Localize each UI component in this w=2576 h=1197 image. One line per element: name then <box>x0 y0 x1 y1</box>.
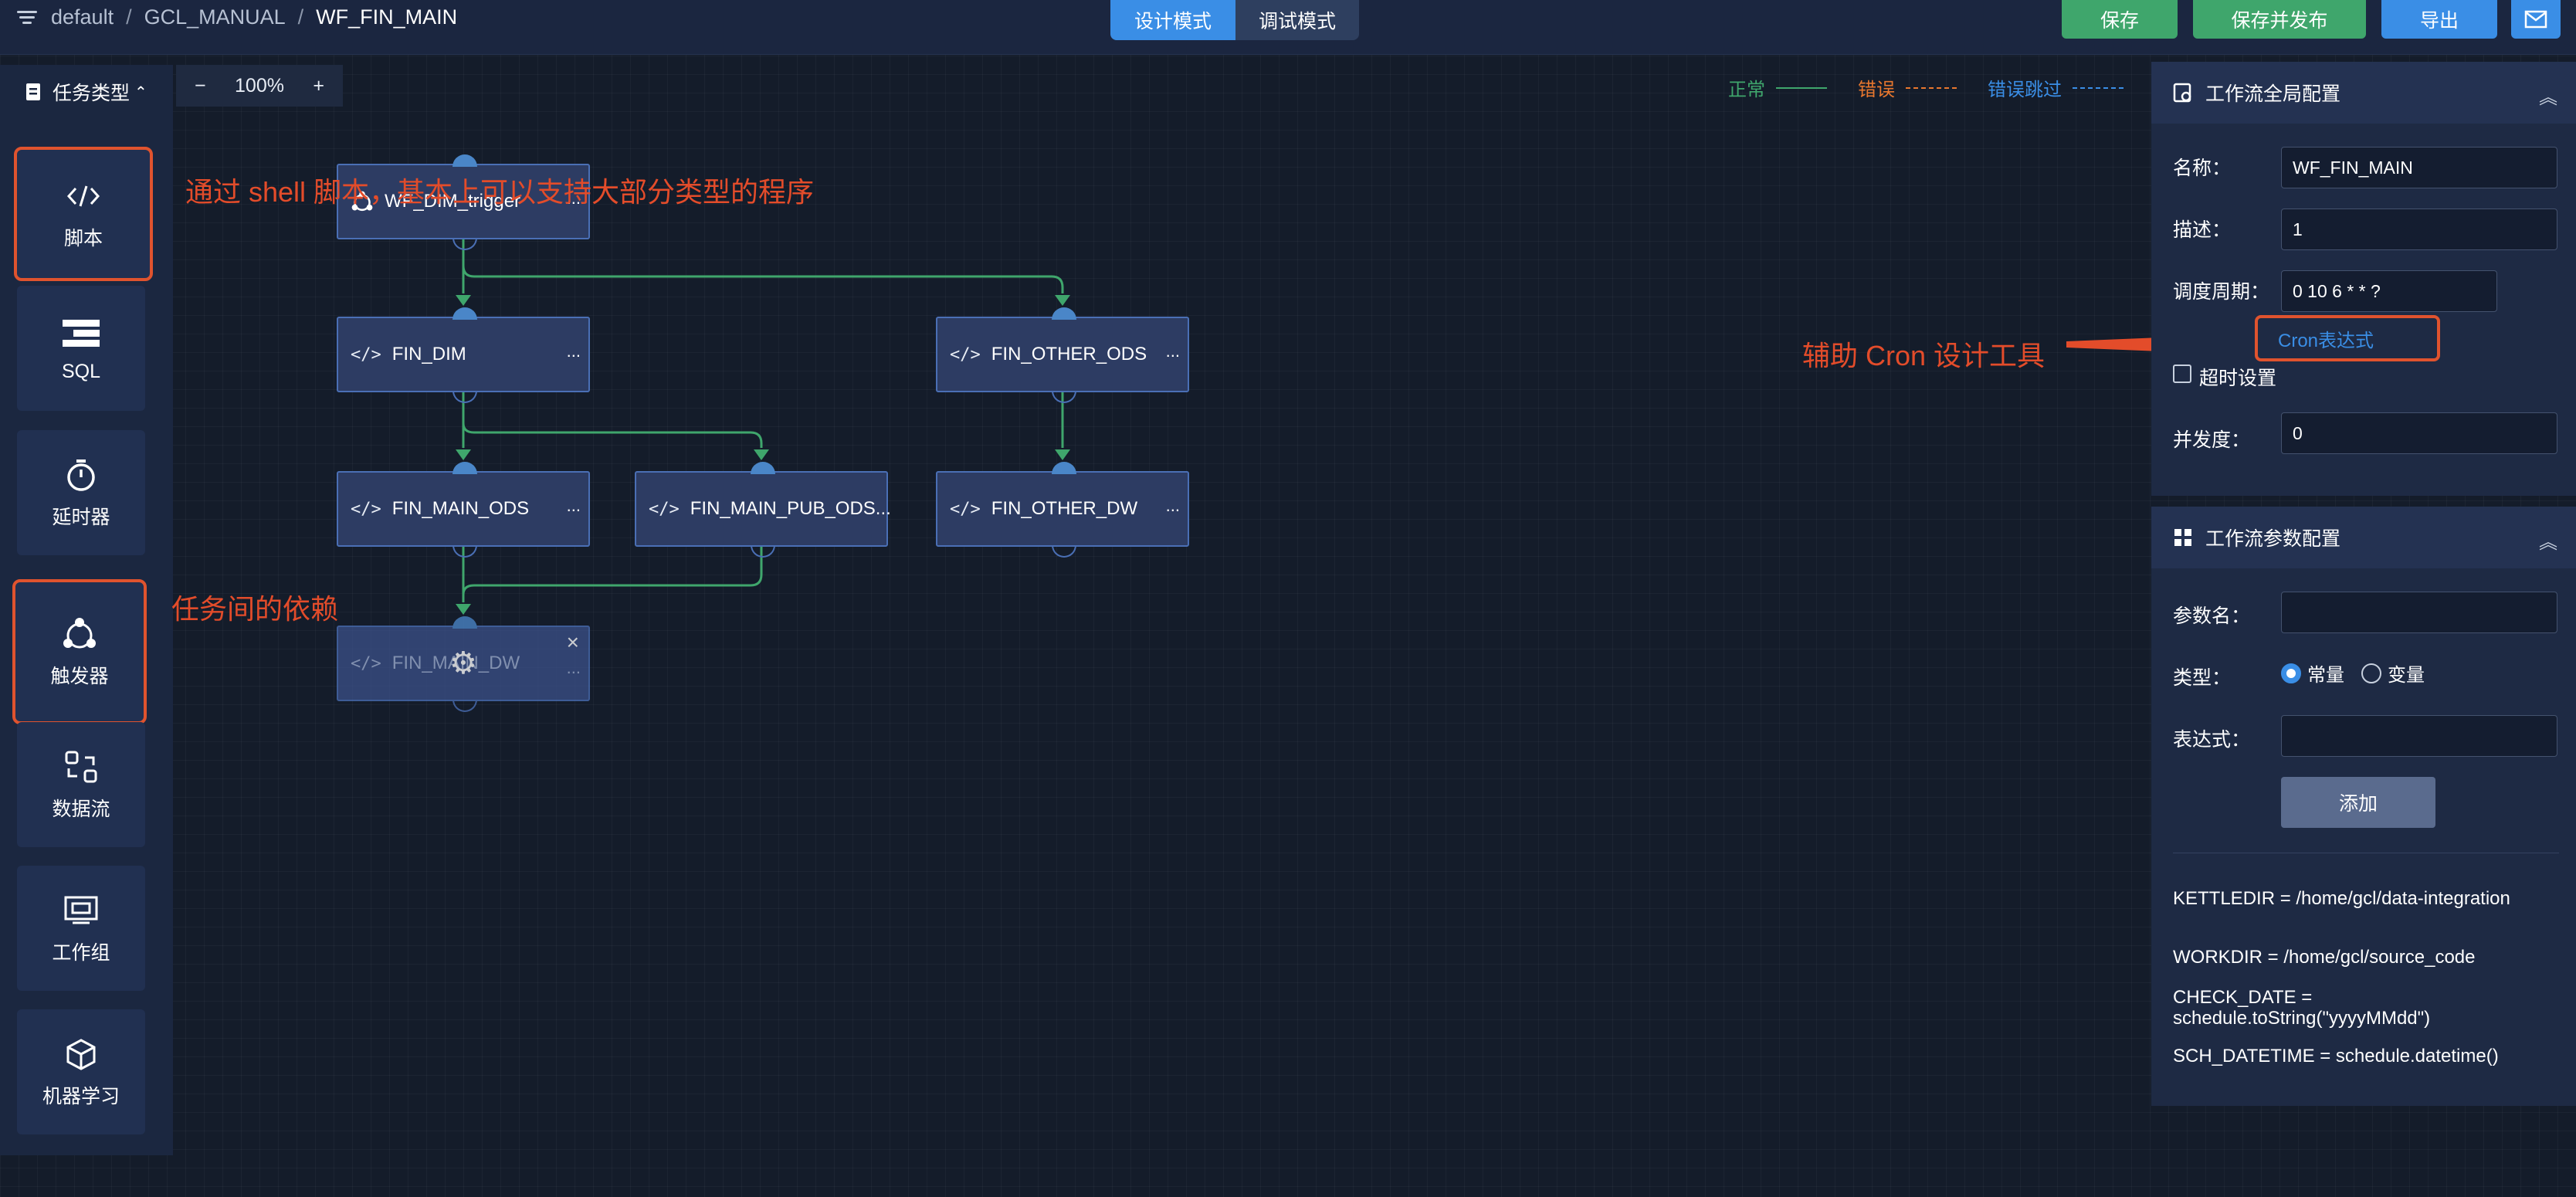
arrow-icon <box>1055 295 1070 306</box>
global-config-panel: 工作流全局配置 ︽ 名称： WF_FIN_MAIN 描述： 1 调度周期： 0 … <box>2151 62 2576 496</box>
param-item: CHECK_DATE = schedule.toString("yyyyMMdd… <box>2173 987 2431 1029</box>
grid-icon <box>2174 529 2191 546</box>
code-icon: </> <box>649 499 680 519</box>
expression-label: 表达式： <box>2173 729 2251 751</box>
node-more-button[interactable]: ... <box>567 496 581 516</box>
description-label: 描述： <box>2173 219 2232 241</box>
variable-radio[interactable] <box>2361 663 2381 683</box>
schedule-label: 调度周期： <box>2173 281 2270 303</box>
code-icon: </> <box>950 344 981 365</box>
node-more-button[interactable]: ... <box>567 658 581 678</box>
collapse-icon[interactable]: ︽ <box>2539 82 2557 109</box>
code-icon: </> <box>351 499 381 519</box>
edge-pub-ods-main-dw <box>462 547 763 595</box>
param-config-panel: 工作流参数配置 ︽ 参数名： 类型： 常量 变量 表达式： 添加 KETTLED… <box>2151 507 2576 1106</box>
code-icon: </> <box>351 344 381 365</box>
description-input[interactable]: 1 <box>2281 209 2557 250</box>
timeout-checkbox[interactable] <box>2173 365 2191 383</box>
type-label: 类型： <box>2173 667 2232 689</box>
annotation-cron-tool: 辅助 Cron 设计工具 <box>1802 340 2046 371</box>
node-label: FIN_OTHER_DW <box>991 498 1138 519</box>
constant-label: 常量 <box>2307 665 2344 686</box>
node-fin-main-pub-ods[interactable]: </> FIN_MAIN_PUB_ODS... <box>635 462 891 558</box>
edge-trigger-other-ods <box>462 265 1064 293</box>
param-item: KETTLEDIR = /home/gcl/data-integration <box>2173 888 2510 909</box>
collapse-icon[interactable]: ︽ <box>2539 527 2557 554</box>
constant-radio[interactable] <box>2281 663 2301 683</box>
param-config-title: 工作流参数配置 <box>2205 528 2341 550</box>
annotation-dependency: 任务间的依赖 <box>171 593 339 625</box>
arrow-icon <box>456 295 471 306</box>
node-more-button[interactable]: ... <box>567 341 581 361</box>
arrow-icon <box>1055 449 1070 460</box>
param-config-header[interactable]: 工作流参数配置 ︽ <box>2151 507 2576 568</box>
close-icon[interactable]: × <box>567 630 579 655</box>
param-name-input[interactable] <box>2281 592 2557 633</box>
param-name-label: 参数名： <box>2173 605 2251 627</box>
schedule-input[interactable]: 0 10 6 * * ? <box>2281 270 2497 312</box>
timeout-label: 超时设置 <box>2199 368 2277 389</box>
node-label: FIN_OTHER_ODS <box>991 344 1147 365</box>
arrow-icon <box>754 449 769 460</box>
node-fin-main-dw[interactable]: </> FIN_MAIN_DW ... × ⚙ <box>337 616 590 712</box>
node-fin-other-ods[interactable]: </> FIN_OTHER_ODS ... <box>936 307 1189 403</box>
edge-dim-pub-ods <box>462 422 763 448</box>
node-fin-main-ods[interactable]: </> FIN_MAIN_ODS ... <box>337 462 590 558</box>
type-radio-group: 常量 变量 <box>2281 660 2425 687</box>
annotation-shell-script: 通过 shell 脚本，基本上可以支持大部分类型的程序 <box>185 176 815 208</box>
node-label: FIN_MAIN_PUB_ODS... <box>690 498 891 519</box>
param-item: SCH_DATETIME = schedule.datetime() <box>2173 1046 2499 1066</box>
node-more-button[interactable]: ... <box>1166 341 1180 361</box>
code-icon: </> <box>351 653 381 673</box>
node-label: FIN_DIM <box>391 344 466 365</box>
node-more-button[interactable]: ... <box>1166 496 1180 516</box>
node-fin-other-dw[interactable]: </> FIN_OTHER_DW ... <box>936 462 1189 558</box>
name-label: 名称： <box>2173 158 2232 179</box>
global-config-title: 工作流全局配置 <box>2205 83 2341 105</box>
code-icon: </> <box>950 499 981 519</box>
add-param-button[interactable]: 添加 <box>2281 777 2435 828</box>
node-fin-dim[interactable]: </> FIN_DIM ... <box>337 307 590 403</box>
global-config-header[interactable]: 工作流全局配置 ︽ <box>2151 62 2576 124</box>
arrow-icon <box>456 604 471 615</box>
expression-input[interactable] <box>2281 715 2557 757</box>
concurrency-label: 并发度： <box>2173 429 2251 451</box>
concurrency-input[interactable]: 0 <box>2281 412 2557 454</box>
node-label: FIN_MAIN_ODS <box>391 498 530 519</box>
variable-label: 变量 <box>2388 665 2425 686</box>
param-item: WORKDIR = /home/gcl/source_code <box>2173 947 2476 968</box>
cron-expression-button[interactable]: Cron表达式 <box>2255 315 2440 361</box>
settings-doc-icon <box>2173 83 2191 103</box>
name-input[interactable]: WF_FIN_MAIN <box>2281 147 2557 188</box>
gear-icon[interactable]: ⚙ <box>449 646 477 681</box>
arrow-icon <box>456 449 471 460</box>
